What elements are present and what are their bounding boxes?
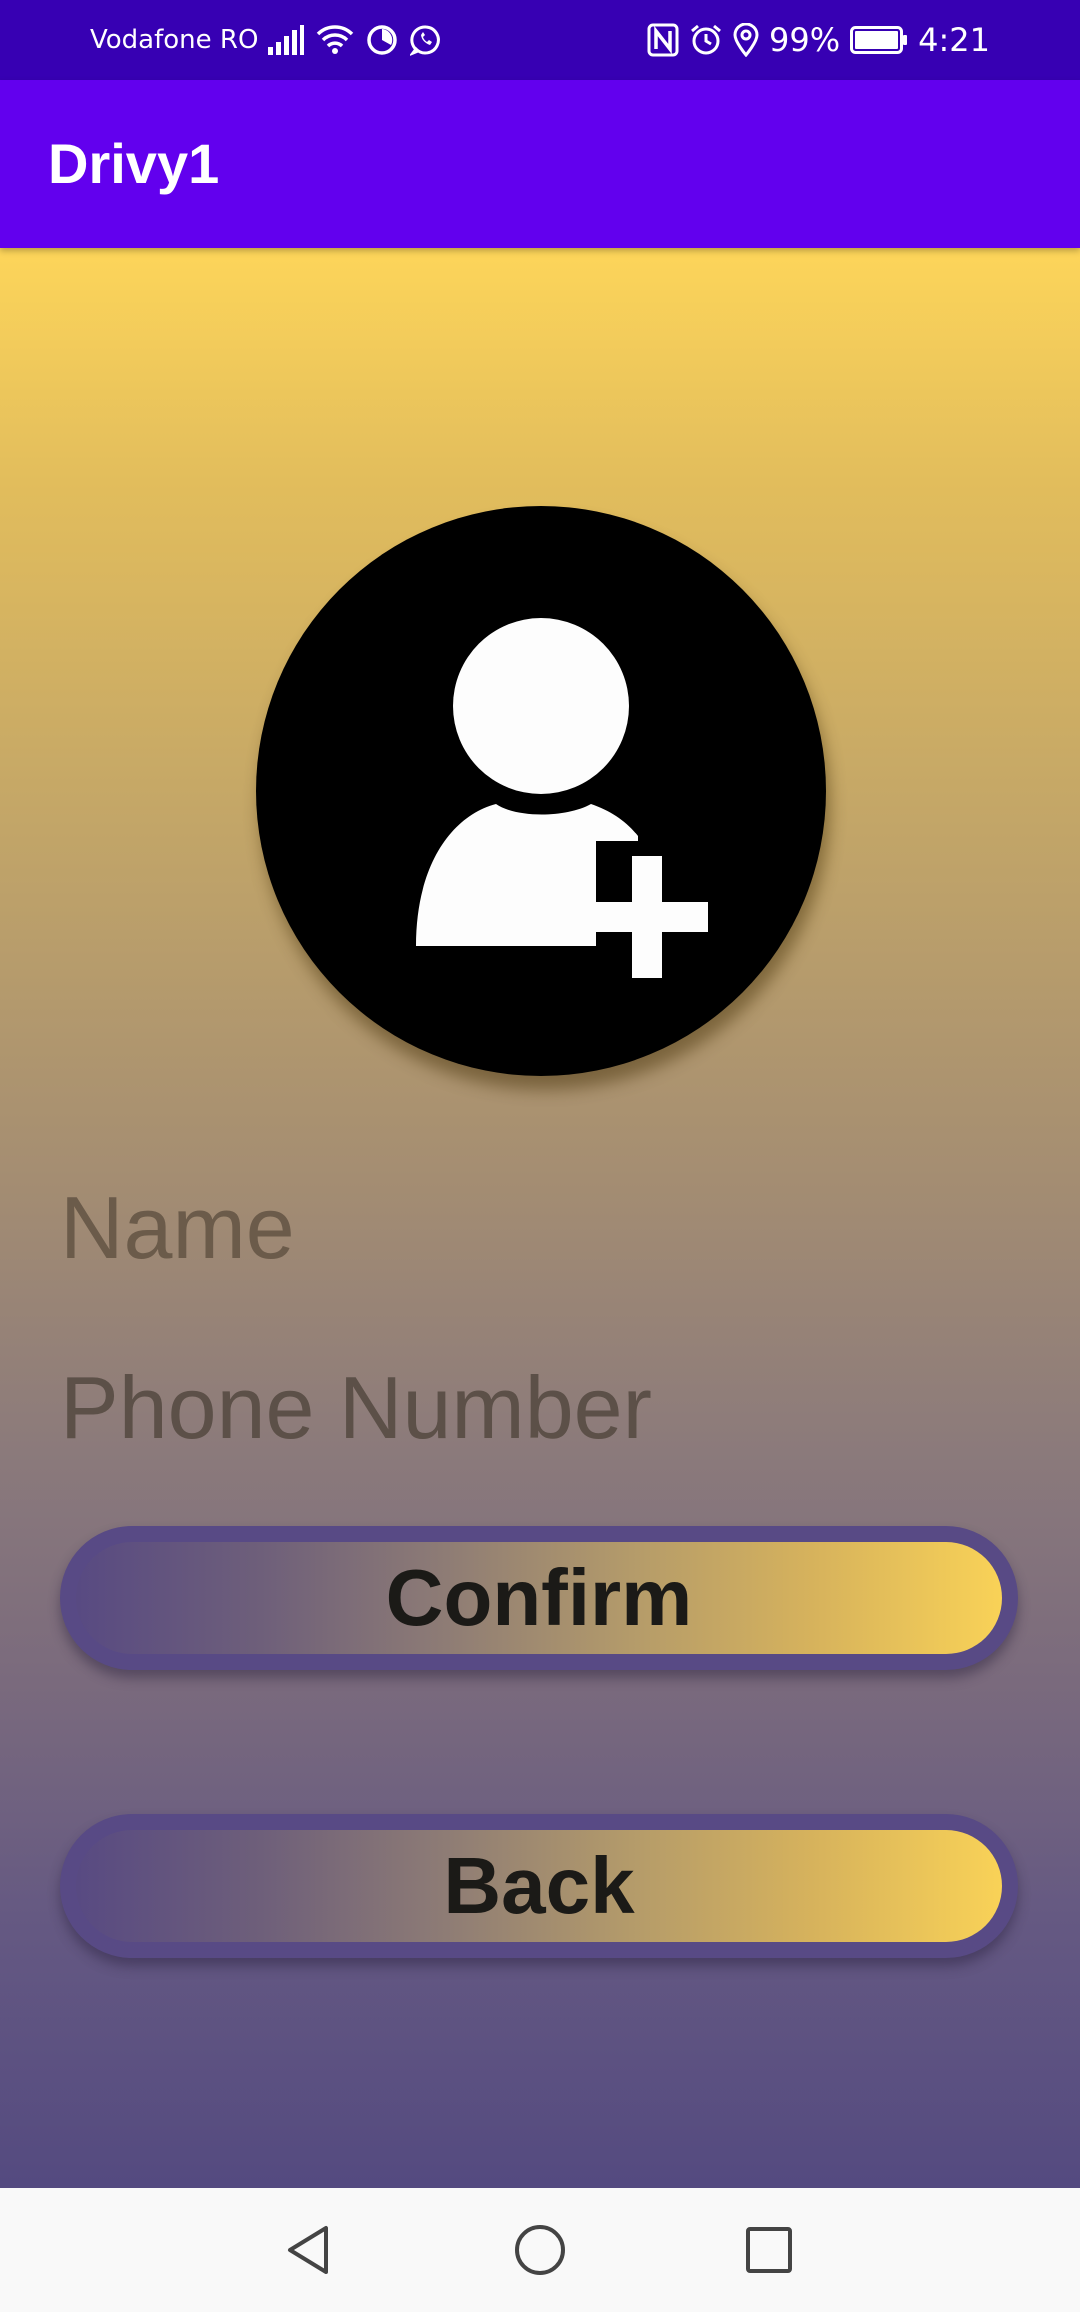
timer-icon (366, 24, 398, 56)
app-title: Drivy1 (48, 132, 220, 195)
wifi-icon (316, 24, 354, 56)
battery-percent: 99% (769, 21, 841, 59)
status-right: 99% 4:21 (647, 20, 990, 60)
navigation-bar (0, 2188, 1080, 2312)
confirm-button[interactable]: Confirm (60, 1526, 1018, 1670)
status-bar: Vodafone RO 99% 4:21 (0, 0, 1080, 80)
location-icon (733, 23, 759, 57)
screen: Vodafone RO 99% 4:21 Drivy1 Name Phone N… (0, 0, 1080, 2312)
alarm-icon (689, 23, 723, 57)
nav-recents-button[interactable] (724, 2208, 814, 2292)
clock: 4:21 (918, 21, 990, 59)
whatsapp-icon (410, 24, 442, 56)
app-bar: Drivy1 (0, 80, 1080, 248)
battery-icon (850, 26, 908, 54)
back-button[interactable]: Back (60, 1814, 1018, 1958)
home-circle-icon (515, 2225, 565, 2275)
back-triangle-icon (288, 2226, 328, 2274)
back-button-label: Back (76, 1830, 1002, 1942)
confirm-button-label: Confirm (76, 1542, 1002, 1654)
name-input[interactable] (60, 1178, 1020, 1278)
nav-home-button[interactable] (495, 2208, 585, 2292)
carrier-name: Vodafone RO (90, 25, 259, 55)
content-area: Confirm Back (0, 248, 1080, 2188)
nfc-icon (647, 23, 679, 57)
add-user-icon (416, 618, 708, 978)
status-left-icons (268, 20, 442, 60)
recents-square-icon (746, 2227, 792, 2273)
add-profile-photo-button[interactable] (256, 506, 826, 1076)
phone-number-input[interactable] (60, 1358, 1020, 1458)
nav-back-button[interactable] (264, 2208, 354, 2292)
signal-icon (268, 25, 304, 55)
